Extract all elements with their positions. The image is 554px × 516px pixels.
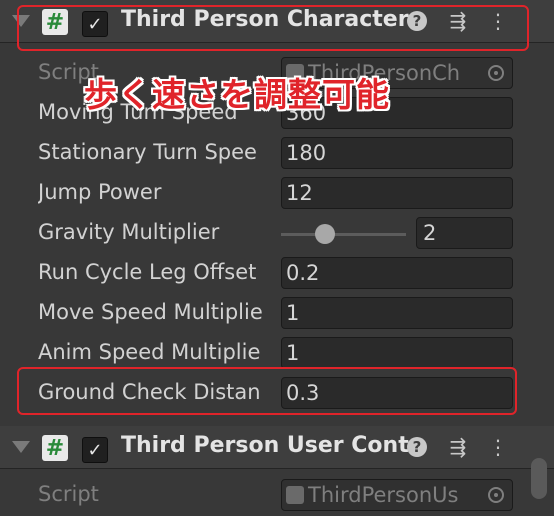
annotation-text: 歩く速さを調整可能 xyxy=(84,75,390,114)
highlight-box-ground-check xyxy=(17,367,517,415)
foldout-arrow-icon[interactable] xyxy=(12,441,30,453)
object-picker-icon[interactable] xyxy=(488,487,504,503)
highlight-box-component xyxy=(17,5,529,51)
component-header-third-person-user-control[interactable]: # ✓ Third Person User Cont ? ⇶ ⋮ xyxy=(0,426,554,469)
slider-value-input[interactable]: 2 xyxy=(416,217,513,249)
scrollbar[interactable] xyxy=(531,458,547,499)
script-object-field: ThirdPersonUs xyxy=(281,479,513,511)
property-label: Run Cycle Leg Offset xyxy=(38,260,257,284)
property-input[interactable]: 180 xyxy=(281,137,513,169)
property-label: Anim Speed Multiplie xyxy=(38,340,261,364)
property-input[interactable]: 1 xyxy=(281,337,513,369)
help-icon: ? xyxy=(407,437,427,457)
property-value: ThirdPersonUs xyxy=(308,483,459,507)
property-label: Move Speed Multiplie xyxy=(38,300,263,324)
script-asset-icon xyxy=(286,486,304,504)
property-input[interactable]: 12 xyxy=(281,177,513,209)
component-enabled-checkbox[interactable]: ✓ xyxy=(82,437,108,463)
object-picker-icon[interactable] xyxy=(488,65,504,81)
property-label: Script xyxy=(38,482,99,506)
property-row-run-cycle-leg-offset: Run Cycle Leg Offset 0.2 xyxy=(0,254,554,294)
component-title: Third Person User Cont xyxy=(121,433,409,458)
property-label: Jump Power xyxy=(38,180,162,204)
property-row-script-2: Script ThirdPersonUs xyxy=(0,476,554,516)
property-label: Stationary Turn Spee xyxy=(38,140,257,164)
context-menu-icon[interactable]: ⋮ xyxy=(485,434,511,460)
script-icon: # xyxy=(42,435,68,461)
property-input[interactable]: 0.2 xyxy=(281,257,513,289)
property-row-gravity-multiplier: Gravity Multiplier 2 xyxy=(0,214,554,254)
slider-track[interactable] xyxy=(281,233,406,236)
property-row-jump-power: Jump Power 12 xyxy=(0,174,554,214)
property-row-move-speed-multiplier: Move Speed Multiplie 1 xyxy=(0,294,554,334)
help-button[interactable]: ? xyxy=(404,434,430,460)
property-row-stationary-turn-speed: Stationary Turn Spee 180 xyxy=(0,134,554,174)
property-input[interactable]: 1 xyxy=(281,297,513,329)
slider-thumb[interactable] xyxy=(314,224,335,244)
presets-icon[interactable]: ⇶ xyxy=(445,434,471,460)
property-label: Gravity Multiplier xyxy=(38,220,220,244)
